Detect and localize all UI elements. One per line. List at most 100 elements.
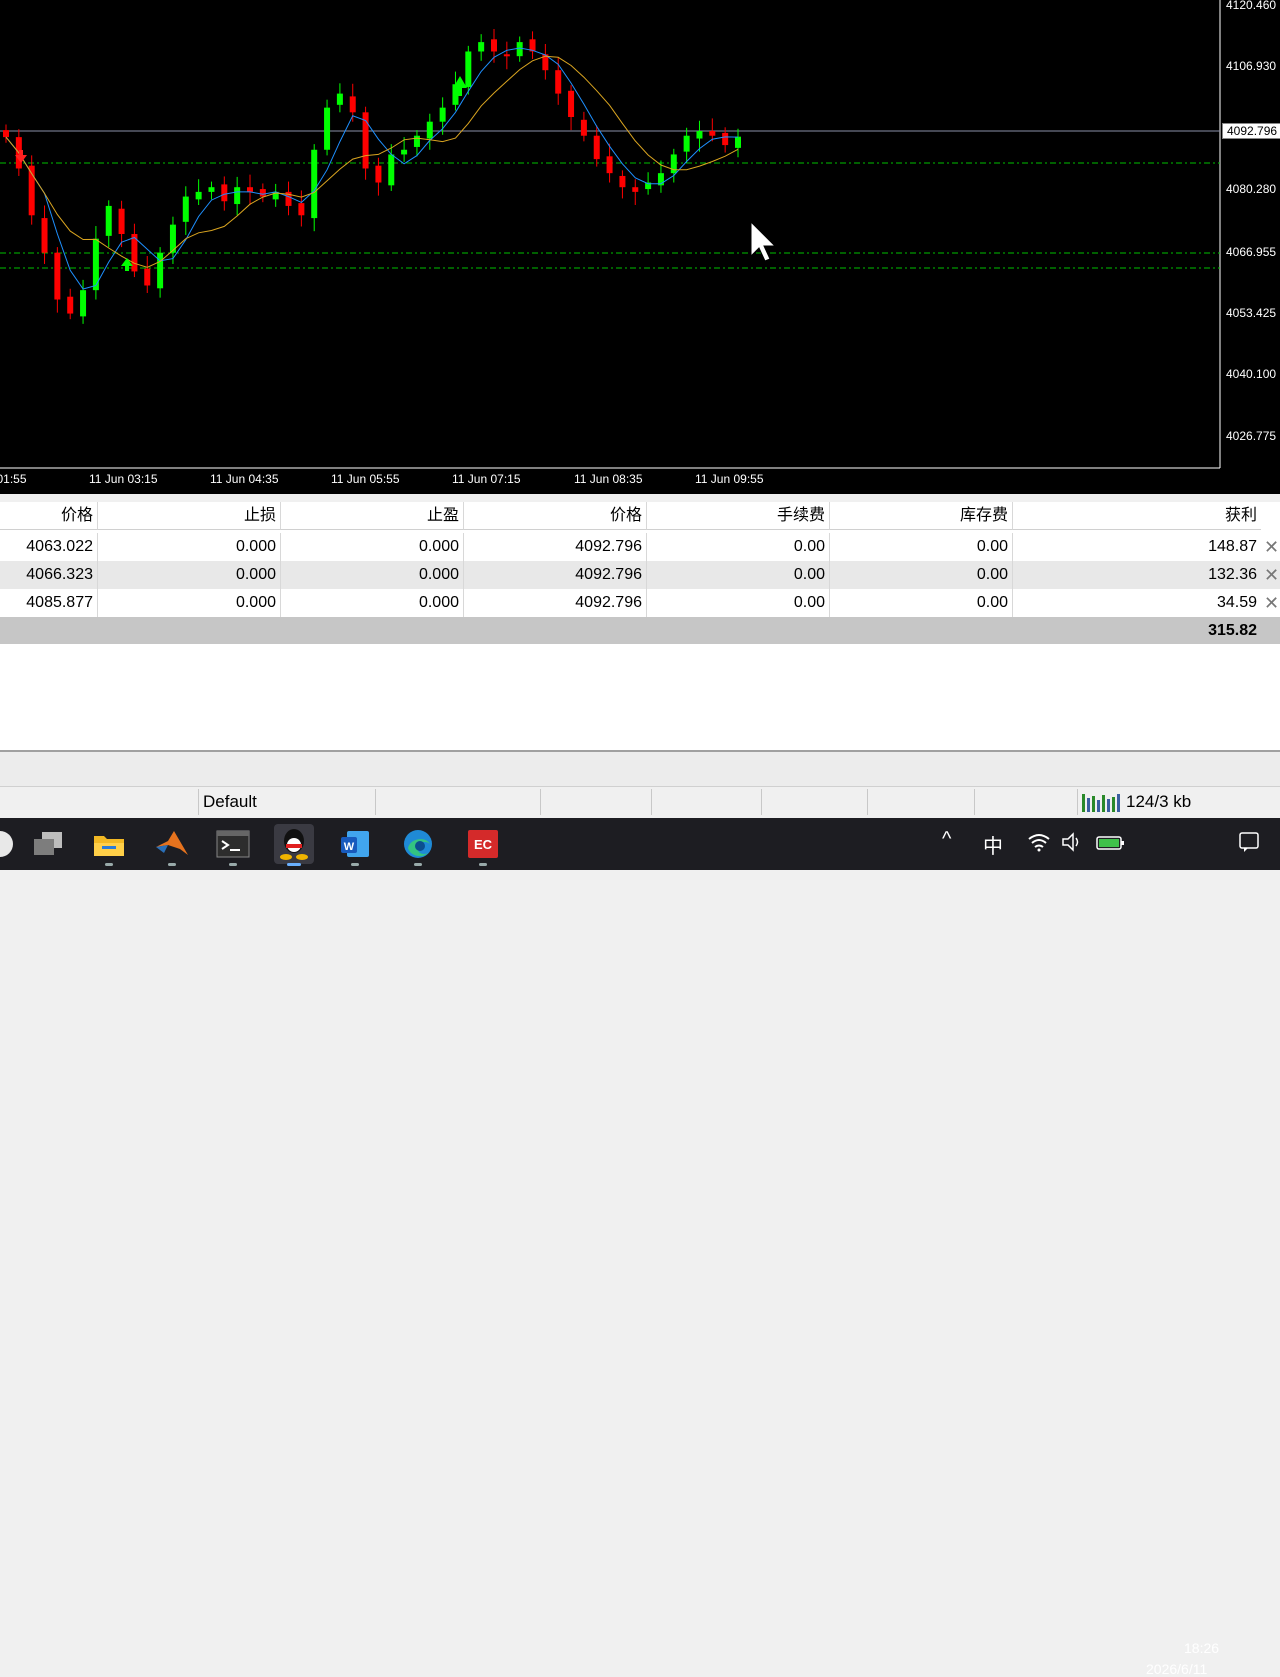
price-chart[interactable]: 4120.460 4106.930 4092.796 4080.280 4066… [0, 0, 1280, 494]
bearish-candle [67, 296, 74, 314]
bullish-candle [105, 205, 112, 236]
time-tick: 11 Jun 07:15 [452, 472, 521, 486]
input-method-indicator[interactable]: 中 [983, 830, 1003, 859]
close-position-icon[interactable]: ✕ [1264, 589, 1279, 617]
wifi-icon[interactable] [1027, 832, 1051, 852]
chart-canvas[interactable] [0, 0, 1280, 494]
edge-icon[interactable] [398, 824, 438, 866]
column-header-stop-loss[interactable]: 止损 [98, 502, 281, 530]
bearish-candle [259, 189, 266, 197]
bullish-candle [234, 187, 241, 205]
take-profit-cell[interactable]: 0.000 [281, 533, 464, 561]
total-profit: 315.82 [1208, 622, 1257, 639]
commission-cell: 0.00 [647, 589, 830, 617]
bullish-candle [413, 135, 420, 147]
bullish-candle [182, 196, 189, 222]
taskbar: W EC ^ 中 18:26 2026/6/11 [0, 818, 1280, 1677]
status-bar: Default 124/3 kb [0, 787, 1280, 818]
take-profit-cell[interactable]: 0.000 [281, 589, 464, 617]
connection-bars-icon[interactable] [1082, 792, 1120, 812]
mouse-cursor-icon [750, 220, 777, 262]
bullish-candle [735, 136, 741, 148]
table-row[interactable]: 4066.323 0.000 0.000 4092.796 0.00 0.00 … [0, 561, 1280, 589]
word-icon-letter: W [344, 841, 355, 853]
column-header-take-profit[interactable]: 止盈 [281, 502, 464, 530]
column-header-swap[interactable]: 库存费 [830, 502, 1013, 530]
qq-icon[interactable] [274, 824, 314, 866]
bearish-candle [375, 165, 382, 183]
bearish-candle [221, 184, 228, 202]
close-position-icon[interactable]: ✕ [1264, 533, 1279, 561]
power-icon[interactable] [0, 824, 20, 864]
price-tick: 4026.775 [1226, 429, 1277, 443]
terminal-icon[interactable] [213, 824, 253, 866]
candles-group [3, 29, 741, 324]
close-position-icon[interactable]: ✕ [1264, 561, 1279, 589]
bearish-candle [118, 208, 125, 234]
bullish-candle [208, 187, 215, 192]
column-header-commission[interactable]: 手续费 [647, 502, 830, 530]
taskbar-time[interactable]: 18:26 [1184, 1640, 1219, 1656]
table-row[interactable]: 4063.022 0.000 0.000 4092.796 0.00 0.00 … [0, 533, 1280, 561]
price-tick: 4040.100 [1226, 367, 1277, 381]
current-price-label: 4092.796 [1222, 123, 1280, 139]
bearish-candle [722, 132, 729, 146]
status-divider [651, 789, 652, 815]
virtual-desktop-icon[interactable] [28, 824, 68, 864]
stop-loss-cell[interactable]: 0.000 [98, 589, 281, 617]
price-tick: 4080.280 [1226, 182, 1277, 196]
bullish-candle [439, 107, 446, 122]
current-price-cell: 4092.796 [464, 533, 647, 561]
taskbar-date[interactable]: 2026/6/11 [1146, 1661, 1207, 1677]
table-header: 价格 止损 止盈 价格 手续费 库存费 获利 [0, 502, 1280, 530]
bearish-candle [247, 187, 253, 192]
stop-loss-cell[interactable]: 0.000 [98, 533, 281, 561]
bearish-candle [593, 135, 600, 160]
bullish-candle [465, 51, 472, 88]
bullish-candle [388, 154, 395, 186]
ec-icon[interactable]: EC [463, 824, 503, 866]
status-divider [375, 789, 376, 815]
notification-icon[interactable] [1238, 830, 1260, 854]
status-divider [974, 789, 975, 815]
table-row[interactable]: 4085.877 0.000 0.000 4092.796 0.00 0.00 … [0, 589, 1280, 617]
column-header-current-price[interactable]: 价格 [464, 502, 647, 530]
swap-cell: 0.00 [830, 589, 1013, 617]
column-header-profit[interactable]: 获利 [1013, 502, 1261, 530]
time-tick: 11 Jun 04:35 [210, 472, 279, 486]
bullish-candle [516, 42, 523, 57]
matlab-icon[interactable] [152, 824, 192, 866]
open-price-cell: 4066.323 [0, 561, 98, 589]
panel-splitter[interactable] [0, 494, 1280, 502]
bullish-candle [80, 290, 87, 317]
price-tick: 4053.425 [1226, 306, 1277, 320]
total-row: 315.82 [0, 617, 1280, 644]
time-tick: 11 Jun 01:55 [0, 472, 27, 486]
column-header-open-price[interactable]: 价格 [0, 502, 98, 530]
bearish-candle [54, 252, 61, 300]
bearish-candle [298, 203, 305, 216]
bearish-candle [632, 187, 639, 192]
battery-charging-icon[interactable] [1095, 832, 1125, 852]
profit-cell: 148.87 [1208, 538, 1257, 555]
profit-cell: 34.59 [1216, 594, 1257, 611]
show-hidden-icons-chevron[interactable]: ^ [942, 828, 951, 851]
bullish-candle [401, 149, 408, 155]
price-tick: 4066.955 [1226, 245, 1277, 259]
file-explorer-icon[interactable] [89, 824, 129, 866]
bearish-candle [606, 156, 613, 174]
slow-moving-average [5, 55, 739, 268]
status-traffic: 124/3 kb [1126, 792, 1192, 811]
current-price-cell: 4092.796 [464, 561, 647, 589]
status-divider [867, 789, 868, 815]
bearish-candle [580, 119, 587, 136]
take-profit-cell[interactable]: 0.000 [281, 561, 464, 589]
status-divider [761, 789, 762, 815]
status-profile[interactable]: Default [203, 792, 257, 812]
bearish-candle [619, 175, 626, 188]
word-icon[interactable]: W [335, 824, 375, 866]
volume-icon[interactable] [1061, 832, 1085, 852]
stop-loss-cell[interactable]: 0.000 [98, 561, 281, 589]
bullish-candle [478, 42, 485, 52]
time-tick: 11 Jun 09:55 [695, 472, 764, 486]
